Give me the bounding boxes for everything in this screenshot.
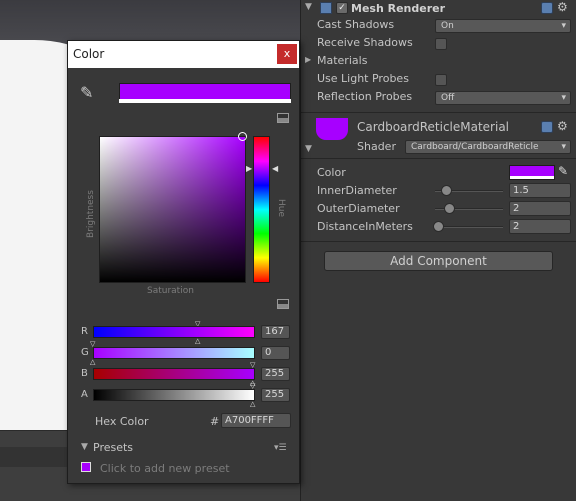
presets-menu-icon[interactable]: ▾☰ — [274, 443, 287, 453]
b-value-field[interactable]: 255 — [261, 367, 290, 381]
outer-diameter-label: OuterDiameter — [317, 202, 400, 215]
receive-shadows-label: Receive Shadows — [317, 36, 413, 49]
color-picker-window: Color x ✎ Brightness Saturation ▶ ◀ Hue … — [67, 40, 300, 484]
hex-color-field[interactable]: A700FFFF — [221, 413, 291, 428]
help-icon[interactable] — [541, 2, 553, 14]
presets-hint: Click to add new preset — [100, 462, 230, 475]
saturation-label: Saturation — [147, 286, 194, 296]
current-alpha-bar — [119, 99, 291, 103]
material-foldout-icon[interactable]: ▼ — [305, 144, 312, 154]
inspector-panel: ▼ ✓ Mesh Renderer ⚙ Cast Shadows On Rece… — [300, 0, 576, 501]
a-value-field[interactable]: 255 — [261, 388, 290, 402]
distance-slider-knob[interactable] — [433, 221, 444, 232]
material-help-icon[interactable] — [541, 121, 553, 133]
inner-diameter-label: InnerDiameter — [317, 184, 397, 197]
r-value-field[interactable]: 167 — [261, 325, 290, 339]
eyedropper-icon[interactable]: ✎ — [80, 83, 93, 102]
hex-hash-label: # — [210, 415, 220, 428]
use-light-probes-checkbox[interactable] — [435, 74, 447, 86]
inner-diameter-slider-knob[interactable] — [441, 185, 452, 196]
hue-marker-left-icon: ▶ — [246, 164, 253, 173]
reflection-probes-dropdown[interactable]: Off — [435, 91, 571, 105]
divider — [301, 241, 576, 242]
gear-icon[interactable]: ⚙ — [557, 0, 568, 14]
presets-foldout-icon[interactable]: ▼ — [81, 442, 88, 452]
g-marker-bottom-icon: △ — [90, 358, 96, 366]
g-label: G — [81, 347, 89, 358]
a-slider[interactable] — [93, 389, 255, 401]
presets-label[interactable]: Presets — [93, 441, 133, 454]
material-name: CardboardReticleMaterial — [357, 120, 510, 134]
material-gear-icon[interactable]: ⚙ — [557, 119, 568, 133]
component-title: Mesh Renderer — [351, 2, 446, 15]
brightness-label: Brightness — [86, 190, 96, 238]
hue-bar[interactable] — [253, 136, 270, 283]
a-marker-bottom-icon: △ — [250, 400, 256, 408]
materials-label[interactable]: Materials — [317, 54, 367, 67]
distance-slider-track[interactable] — [435, 226, 503, 228]
reflection-probes-label: Reflection Probes — [317, 90, 413, 103]
outer-diameter-field[interactable]: 2 — [509, 201, 571, 216]
saturation-brightness-box[interactable] — [99, 132, 247, 283]
b-label: B — [81, 368, 88, 379]
outer-diameter-slider-knob[interactable] — [444, 203, 455, 214]
color-prop-swatch[interactable] — [509, 165, 555, 180]
color-mode-icon[interactable] — [277, 113, 289, 123]
eyedropper-icon[interactable]: ✎ — [558, 164, 568, 178]
color-picker-title[interactable]: Color — [68, 41, 299, 68]
inner-diameter-field[interactable]: 1.5 — [509, 183, 571, 198]
divider — [301, 112, 576, 113]
shader-dropdown[interactable]: Cardboard/CardboardReticle — [405, 140, 571, 154]
a-label: A — [81, 389, 88, 400]
materials-foldout-icon[interactable]: ▶ — [305, 55, 311, 64]
shader-label: Shader — [357, 140, 396, 153]
close-button[interactable]: x — [277, 44, 297, 64]
mesh-renderer-icon — [320, 2, 332, 14]
slider-mode-icon[interactable] — [277, 299, 289, 309]
distance-label: DistanceInMeters — [317, 220, 413, 233]
r-slider[interactable] — [93, 326, 255, 338]
add-component-button[interactable]: Add Component — [324, 251, 553, 271]
hue-marker-right-icon: ◀ — [272, 164, 279, 173]
color-prop-alpha-bar — [510, 176, 554, 179]
hue-label: Hue — [276, 199, 286, 218]
g-value-field[interactable]: 0 — [261, 346, 290, 360]
sv-cursor[interactable] — [238, 132, 247, 141]
r-label: R — [81, 326, 88, 337]
b-slider[interactable] — [93, 368, 255, 380]
mesh-renderer-enabled-checkbox[interactable]: ✓ — [336, 2, 348, 14]
hex-color-label: Hex Color — [95, 415, 149, 428]
g-slider[interactable] — [93, 347, 255, 359]
foldout-arrow-icon[interactable]: ▼ — [305, 2, 312, 12]
distance-field[interactable]: 2 — [509, 219, 571, 234]
use-light-probes-label: Use Light Probes — [317, 72, 409, 85]
cast-shadows-label: Cast Shadows — [317, 18, 395, 31]
add-preset-swatch[interactable] — [81, 462, 91, 472]
material-preview-icon — [316, 118, 348, 140]
divider — [301, 158, 576, 159]
cast-shadows-dropdown[interactable]: On — [435, 19, 571, 33]
color-prop-label: Color — [317, 166, 346, 179]
receive-shadows-checkbox[interactable] — [435, 38, 447, 50]
r-marker-bottom-icon: △ — [195, 337, 201, 345]
